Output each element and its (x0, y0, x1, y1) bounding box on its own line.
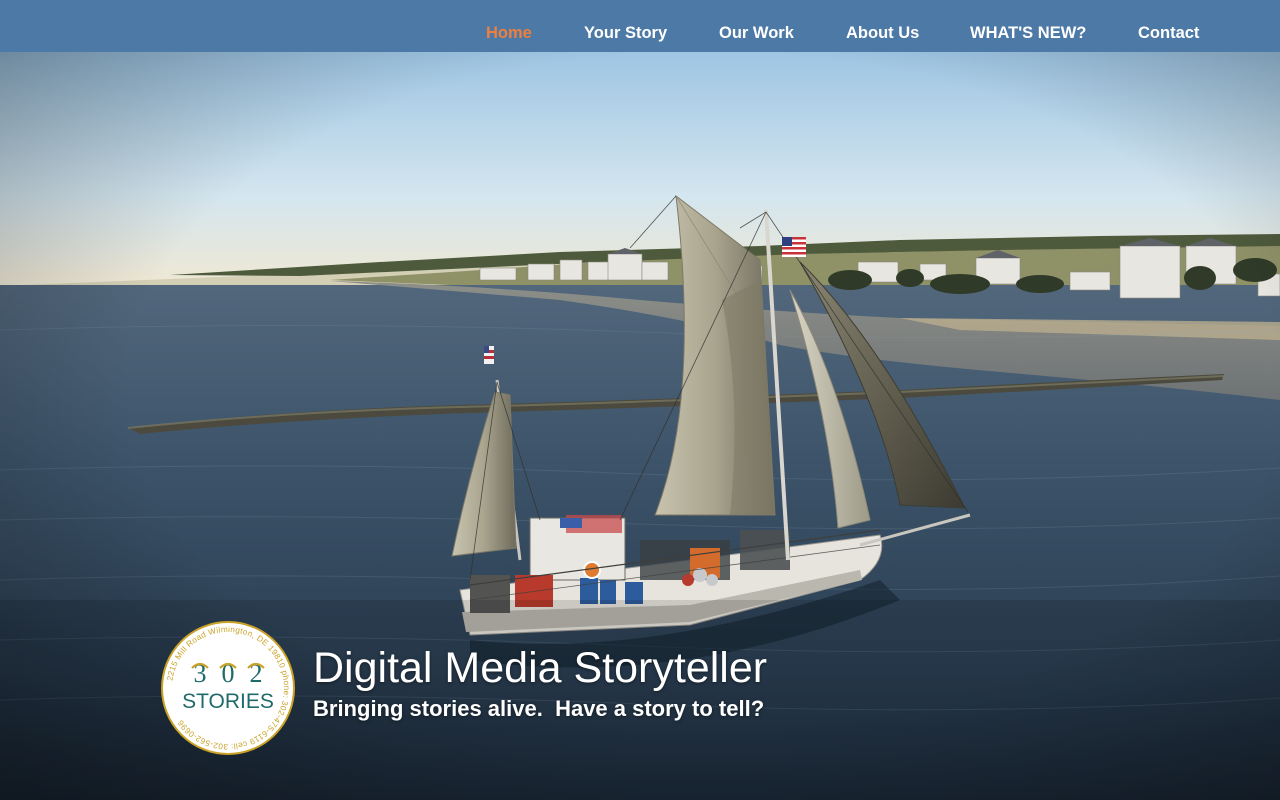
hero-headline: Digital Media Storyteller (313, 644, 768, 692)
nav-item-our-work[interactable]: Our Work (719, 0, 794, 52)
nav-item-whats-new[interactable]: WHAT'S NEW? (970, 0, 1086, 52)
page: Home Your Story Our Work About Us WHAT'S… (0, 0, 1280, 800)
302-stories-logo[interactable]: 2215 Mill Road Wilmington, DE 19810 phon… (160, 620, 296, 756)
top-navigation-bar: Home Your Story Our Work About Us WHAT'S… (0, 0, 1280, 52)
nav-item-home[interactable]: Home (486, 0, 532, 52)
nav-item-about-us[interactable]: About Us (846, 0, 919, 52)
hero-tagline: Bringing stories alive. Have a story to … (313, 696, 765, 721)
nav-item-contact[interactable]: Contact (1138, 0, 1199, 52)
nav-item-your-story[interactable]: Your Story (584, 0, 667, 52)
logo-wordmark: STORIES (182, 690, 274, 713)
